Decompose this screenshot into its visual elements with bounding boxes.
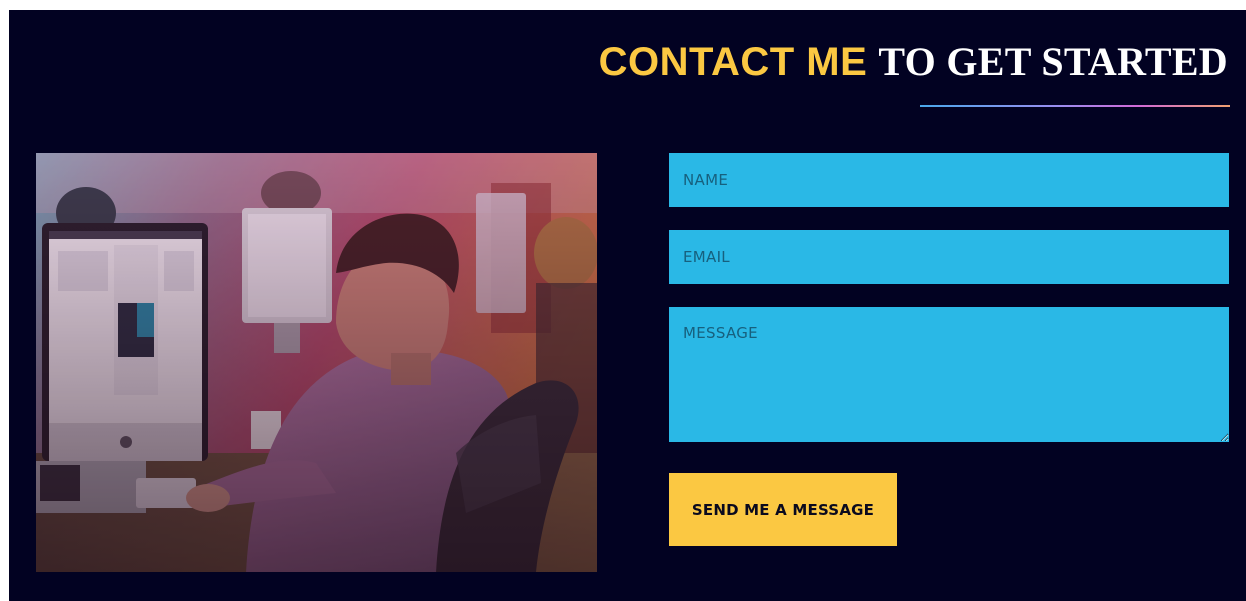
email-input[interactable]	[669, 230, 1229, 284]
heading-accent: CONTACT ME	[598, 40, 868, 84]
contact-section: CONTACT ME TO GET STARTED NAME EMAIL MES…	[9, 10, 1246, 601]
message-textarea[interactable]	[669, 307, 1229, 442]
heading-rest: TO GET STARTED	[878, 39, 1228, 84]
workspace-photo	[36, 153, 597, 572]
heading-underline	[920, 105, 1230, 107]
send-message-button[interactable]: SEND ME A MESSAGE	[669, 473, 897, 546]
contact-heading: CONTACT ME TO GET STARTED	[599, 38, 1228, 86]
name-input[interactable]	[669, 153, 1229, 207]
